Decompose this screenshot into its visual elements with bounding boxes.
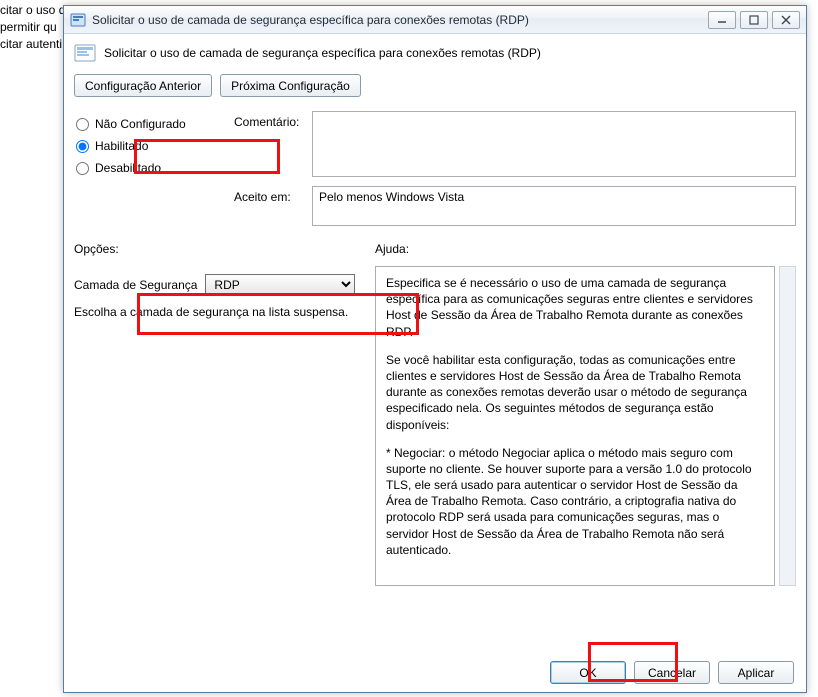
bg-line: citar o uso d [0,2,65,19]
supported-text: Pelo menos Windows Vista [319,190,464,204]
close-button[interactable] [772,11,800,29]
radio-disabled[interactable]: Desabilitado [74,157,234,179]
dialog-footer: OK Cancelar Aplicar [550,661,794,684]
help-label: Ajuda: [375,242,796,256]
minimize-button[interactable] [708,11,736,29]
radio-enabled[interactable]: Habilitado [74,135,234,157]
help-paragraph: Se você habilitar esta configuração, tod… [386,352,764,433]
window-controls [708,11,800,29]
security-layer-label: Camada de Segurança [74,278,197,292]
options-section: Opções: Camada de Segurança RDP Escolha … [74,242,369,586]
help-scrollbar[interactable] [779,266,796,586]
security-layer-row: Camada de Segurança RDP [74,274,361,295]
policy-header-text: Solicitar o uso de camada de segurança e… [104,46,541,60]
background-text: citar o uso d permitir qu citar autenti [0,0,65,52]
radio-enabled-input[interactable] [76,140,89,153]
supported-row: Aceito em: Pelo menos Windows Vista [234,186,796,226]
supported-box: Pelo menos Windows Vista [312,186,796,226]
apply-button[interactable]: Aplicar [718,661,794,684]
security-layer-combo[interactable]: RDP [205,274,355,295]
options-description: Escolha a camada de segurança na lista s… [74,305,361,319]
radio-not-configured-input[interactable] [76,118,89,131]
policy-icon [70,12,86,28]
state-area: Não Configurado Habilitado Desabilitado … [74,111,796,232]
help-paragraph: * Negociar: o método Negociar aplica o m… [386,445,764,558]
comment-label: Comentário: [234,111,312,180]
radio-label: Desabilitado [95,161,161,175]
maximize-button[interactable] [740,11,768,29]
supported-label: Aceito em: [234,186,312,226]
window-title: Solicitar o uso de camada de segurança e… [92,13,708,27]
policy-header-icon [74,42,96,64]
prev-setting-button[interactable]: Configuração Anterior [74,74,212,97]
dialog-window: Solicitar o uso de camada de segurança e… [63,5,807,693]
cancel-button[interactable]: Cancelar [634,661,710,684]
next-setting-button[interactable]: Próxima Configuração [220,74,361,97]
help-text-box[interactable]: Especifica se é necessário o uso de uma … [375,266,775,586]
bg-line: citar autenti [0,36,65,53]
sections: Opções: Camada de Segurança RDP Escolha … [74,242,796,586]
titlebar: Solicitar o uso de camada de segurança e… [64,6,806,34]
policy-header: Solicitar o uso de camada de segurança e… [74,42,796,64]
radio-label: Não Configurado [95,117,186,131]
nav-row: Configuração Anterior Próxima Configuraç… [74,74,796,97]
help-paragraph: Especifica se é necessário o uso de uma … [386,275,764,340]
client-area: Solicitar o uso de camada de segurança e… [64,34,806,692]
comment-textarea[interactable] [312,111,796,177]
radio-disabled-input[interactable] [76,162,89,175]
radio-label: Habilitado [95,139,148,153]
right-fields: Comentário: Aceito em: Pelo menos Window… [234,111,796,232]
bg-line: permitir qu [0,19,65,36]
ok-button[interactable]: OK [550,661,626,684]
state-radios: Não Configurado Habilitado Desabilitado [74,111,234,232]
options-label: Opções: [74,242,361,256]
help-section-wrap: Ajuda: Especifica se é necessário o uso … [369,242,796,586]
comment-row: Comentário: [234,111,796,180]
radio-not-configured[interactable]: Não Configurado [74,113,234,135]
